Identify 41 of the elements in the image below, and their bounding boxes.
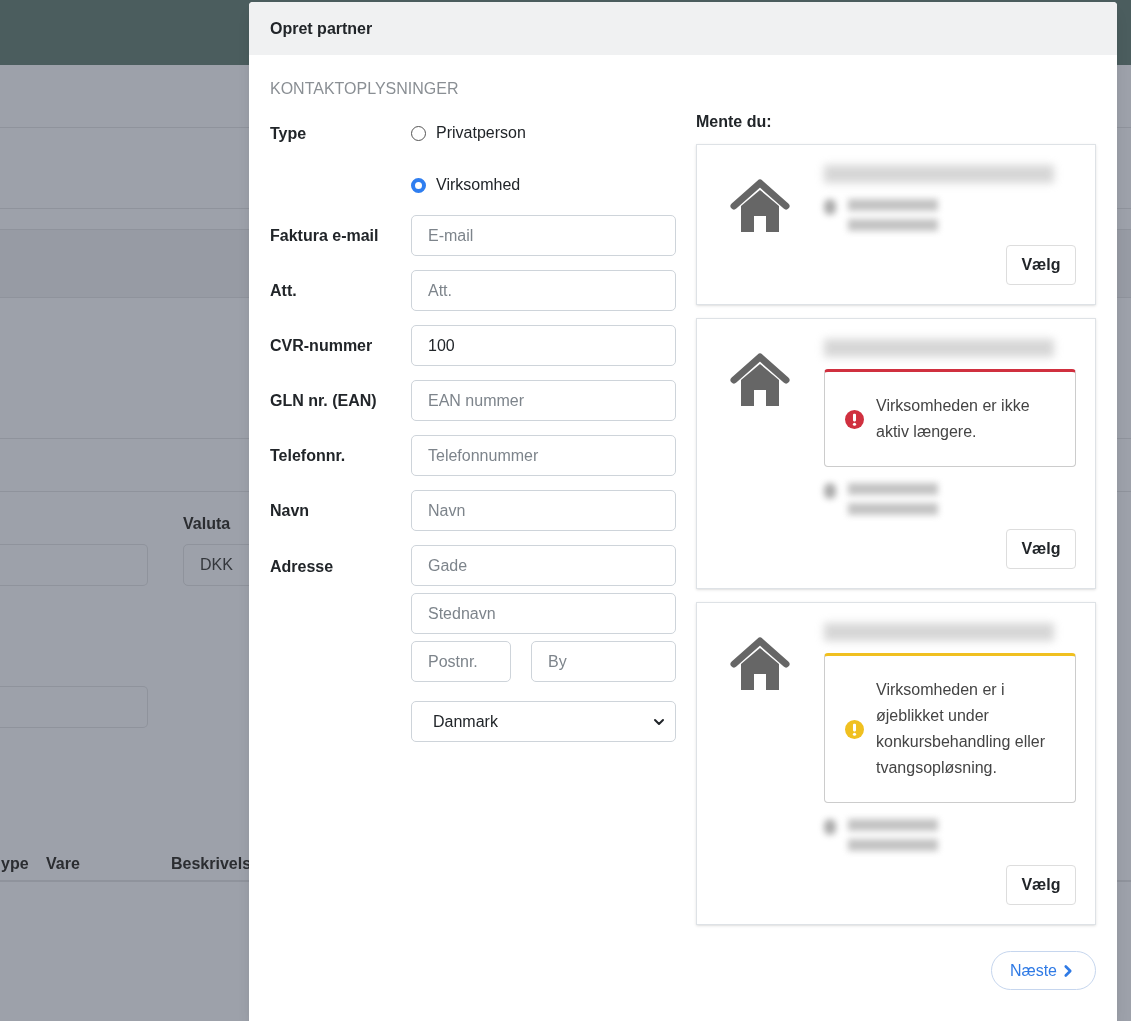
select-button[interactable]: Vælg	[1006, 865, 1076, 905]
field-label: Faktura e-mail	[270, 225, 380, 246]
country-select[interactable]: Danmark	[411, 701, 676, 742]
input-field[interactable]: Att.	[411, 270, 676, 311]
radio-button[interactable]	[411, 125, 426, 141]
field-label: GLN nr. (EAN)	[270, 390, 378, 411]
input-field[interactable]: EAN nummer	[411, 380, 676, 421]
exclamation-icon	[845, 409, 864, 429]
radio-option[interactable]: Privatperson	[411, 121, 526, 145]
exclamation-icon	[845, 719, 864, 739]
input-field[interactable]: Telefonnummer	[411, 435, 676, 476]
place-field[interactable]: Stednavn	[411, 593, 676, 634]
input-field[interactable]: E-mail	[411, 215, 676, 256]
field-label: Att.	[270, 280, 298, 301]
column-header: Vare	[46, 854, 81, 874]
section-heading: KONTAKTOPLYSNINGER	[270, 80, 459, 97]
select-button[interactable]: Vælg	[1006, 245, 1076, 285]
alert-text: Virksomheden er ikke aktiv længere.	[876, 396, 1031, 442]
field-label: Valuta	[183, 514, 232, 534]
house-icon	[729, 636, 791, 692]
input-field[interactable]: Navn	[411, 490, 676, 531]
radio-button[interactable]	[411, 177, 426, 193]
field-label: Navn	[270, 500, 311, 521]
modal-title: Opret partner	[270, 18, 373, 39]
select-button[interactable]: Vælg	[1006, 529, 1076, 569]
next-button[interactable]: Næste	[990, 951, 1096, 990]
column-header: Beskrivels	[171, 854, 251, 874]
input-field[interactable]: 100	[411, 325, 676, 366]
field-label: Telefonnr.	[270, 445, 347, 466]
suggestions-heading: Mente du:	[696, 112, 773, 132]
radio-option[interactable]: Virksomhed	[411, 173, 526, 197]
field-label: Adresse	[270, 557, 335, 577]
house-icon	[729, 352, 791, 408]
house-icon	[729, 178, 791, 234]
city-field[interactable]: By	[531, 641, 676, 682]
column-header: ype	[1, 854, 30, 874]
field-label: CVR-nummer	[270, 335, 374, 356]
field-label: Type	[270, 124, 308, 144]
postcode-field[interactable]: Postnr.	[411, 641, 511, 682]
street-field[interactable]: Gade	[411, 545, 676, 586]
alert-text: Virksomheden er i øjeblikket under konkursbehandling eller tvangsopløsning.	[876, 680, 1046, 778]
